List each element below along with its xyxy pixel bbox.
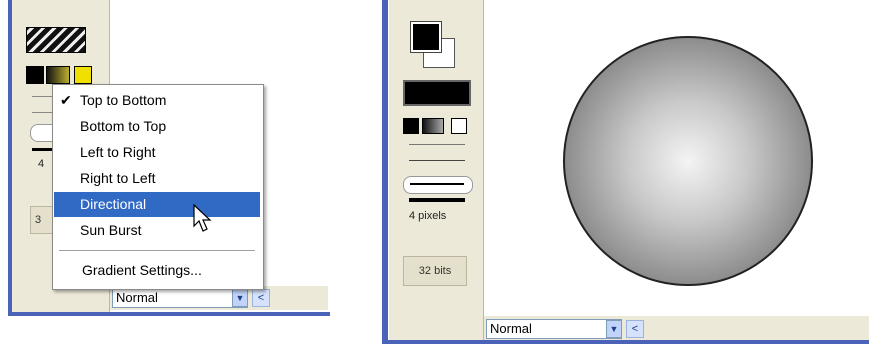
stroke-width-option-2[interactable]: [409, 160, 465, 161]
stroke-size-label: 4: [38, 158, 45, 170]
menu-item-top-to-bottom[interactable]: ✔ Top to Bottom: [54, 88, 260, 113]
menu-item-bottom-to-top[interactable]: Bottom to Top: [54, 114, 260, 139]
menu-item-sun-burst[interactable]: Sun Burst: [54, 218, 260, 243]
menu-item-label: Left to Right: [80, 144, 156, 160]
menu-item-label: Bottom to Top: [80, 118, 167, 134]
stroke-line-1: [32, 96, 54, 97]
current-color-swatch[interactable]: [403, 80, 471, 106]
gradient-fill-swatch[interactable]: [46, 66, 70, 84]
scroll-left-icon[interactable]: <: [626, 320, 644, 338]
menu-item-label: Right to Left: [80, 170, 156, 186]
mouse-pointer-icon: [193, 204, 212, 232]
black-swatch[interactable]: [26, 66, 44, 84]
right-toolbox: 4 pixels 32 bits: [389, 0, 484, 340]
no-fill-icon[interactable]: [451, 118, 467, 134]
menu-separator: [59, 250, 255, 251]
stroke-size-label: 4 pixels: [409, 210, 447, 222]
stroke-line-2: [32, 112, 54, 113]
menu-item-label: Gradient Settings...: [82, 262, 202, 278]
menu-item-label: Top to Bottom: [80, 92, 167, 108]
checkmark-icon: ✔: [60, 92, 72, 108]
scroll-left-icon[interactable]: <: [252, 289, 270, 307]
chevron-down-icon[interactable]: ▼: [606, 320, 622, 338]
stroke-width-option-1[interactable]: [409, 144, 465, 145]
right-statusbar: Normal ▼ <: [484, 316, 869, 340]
menu-item-gradient-settings[interactable]: Gradient Settings...: [54, 258, 260, 283]
blend-mode-select[interactable]: Normal: [112, 288, 248, 308]
stroke-color-swatch[interactable]: [410, 21, 442, 53]
menu-item-left-to-right[interactable]: Left to Right: [54, 140, 260, 165]
gradient-direction-menu: ✔ Top to Bottom Bottom to Top Left to Ri…: [52, 84, 264, 290]
menu-item-label: Sun Burst: [80, 222, 142, 238]
menu-item-right-to-left[interactable]: Right to Left: [54, 166, 260, 191]
blend-mode-select[interactable]: Normal: [486, 319, 622, 339]
menu-item-directional[interactable]: Directional: [54, 192, 260, 217]
chevron-down-icon[interactable]: ▼: [232, 289, 248, 307]
stroke-width-option-selected[interactable]: [403, 176, 473, 194]
stroke-width-option-thick[interactable]: [409, 198, 465, 202]
left-window-border-bottom: [8, 312, 330, 316]
solid-fill-icon[interactable]: [403, 118, 419, 134]
gradient-fill-icon[interactable]: [422, 118, 444, 134]
bit-depth-box: 32 bits: [403, 256, 467, 286]
menu-item-label: Directional: [80, 196, 147, 212]
yellow-swatch[interactable]: [74, 66, 92, 84]
gradient-circle-shape[interactable]: [563, 36, 813, 286]
pattern-swatch[interactable]: [26, 27, 86, 53]
stroke-line-thick: [32, 148, 54, 151]
right-window-border-bottom: [382, 340, 869, 344]
right-window-border: [382, 0, 388, 343]
